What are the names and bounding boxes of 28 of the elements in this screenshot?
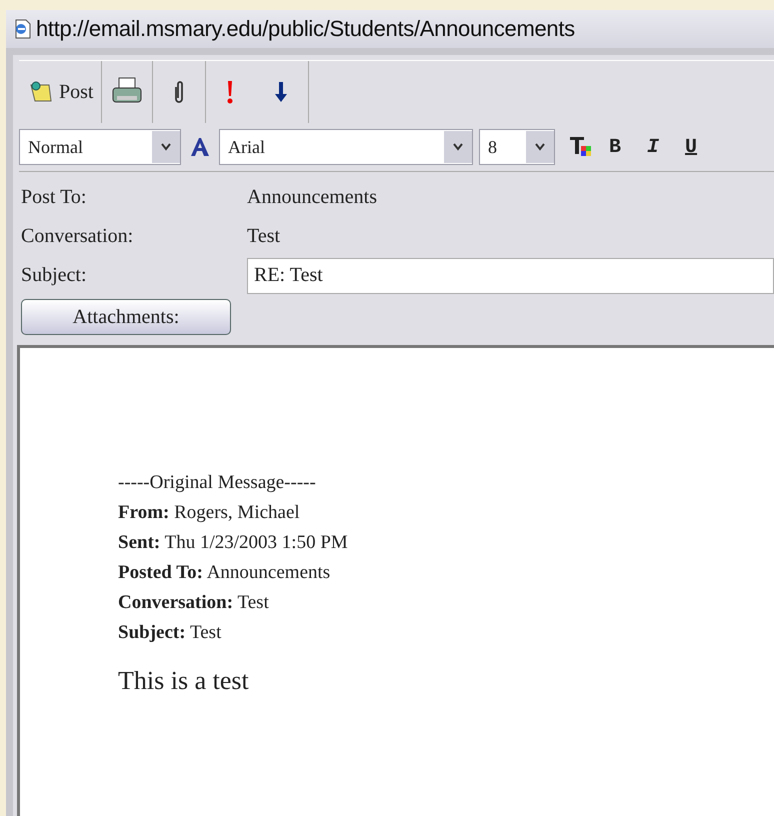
message-separator: -----Original Message-----	[118, 471, 317, 495]
caret-icon	[535, 143, 545, 151]
underline-button[interactable]: U	[675, 136, 708, 158]
subject-field[interactable]: RE: Test	[247, 258, 774, 294]
post-button[interactable]: Post	[19, 61, 102, 123]
italic-button[interactable]: I	[637, 136, 670, 158]
caret-icon	[453, 143, 463, 151]
font-icon[interactable]	[189, 137, 211, 157]
field-label: Conversation:	[21, 225, 134, 248]
caret-icon	[161, 143, 171, 151]
size-select[interactable]: 8	[479, 129, 555, 165]
header-line: Posted To: Announcements	[118, 561, 332, 585]
header-line: Subject: Test	[118, 621, 222, 645]
text-color-icon[interactable]	[569, 136, 593, 158]
header-line: Sent: Thu 1/23/2003 1:50 PM	[118, 531, 349, 555]
bold-button[interactable]: B	[599, 136, 632, 158]
field-value: Test	[247, 225, 280, 248]
window-title: http://email.msmary.edu/public/Students/Announcements	[36, 16, 575, 42]
style-select[interactable]: Normal	[19, 129, 181, 165]
field-value: Announcements	[247, 186, 377, 209]
font-select[interactable]: Arial	[219, 129, 473, 165]
header-line: Conversation: Test	[118, 591, 270, 615]
field-label: Subject:	[21, 264, 88, 287]
header-line: From: Rogers, Michael	[118, 501, 301, 525]
browser-page-icon	[14, 19, 32, 39]
attachments-button[interactable]: Attachments:	[21, 299, 231, 335]
message-body: This is a test	[118, 666, 250, 696]
field-label: Post To:	[21, 186, 88, 209]
